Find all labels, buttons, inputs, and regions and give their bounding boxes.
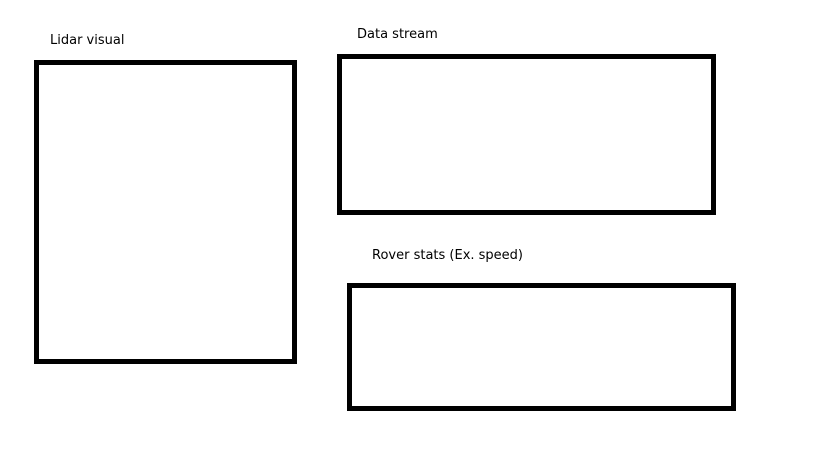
lidar-visual-label: Lidar visual — [50, 33, 125, 48]
data-stream-panel — [337, 54, 716, 215]
rover-stats-panel — [347, 283, 736, 411]
data-stream-label: Data stream — [357, 27, 438, 42]
rover-stats-label: Rover stats (Ex. speed) — [372, 248, 523, 263]
lidar-visual-panel — [34, 60, 297, 364]
